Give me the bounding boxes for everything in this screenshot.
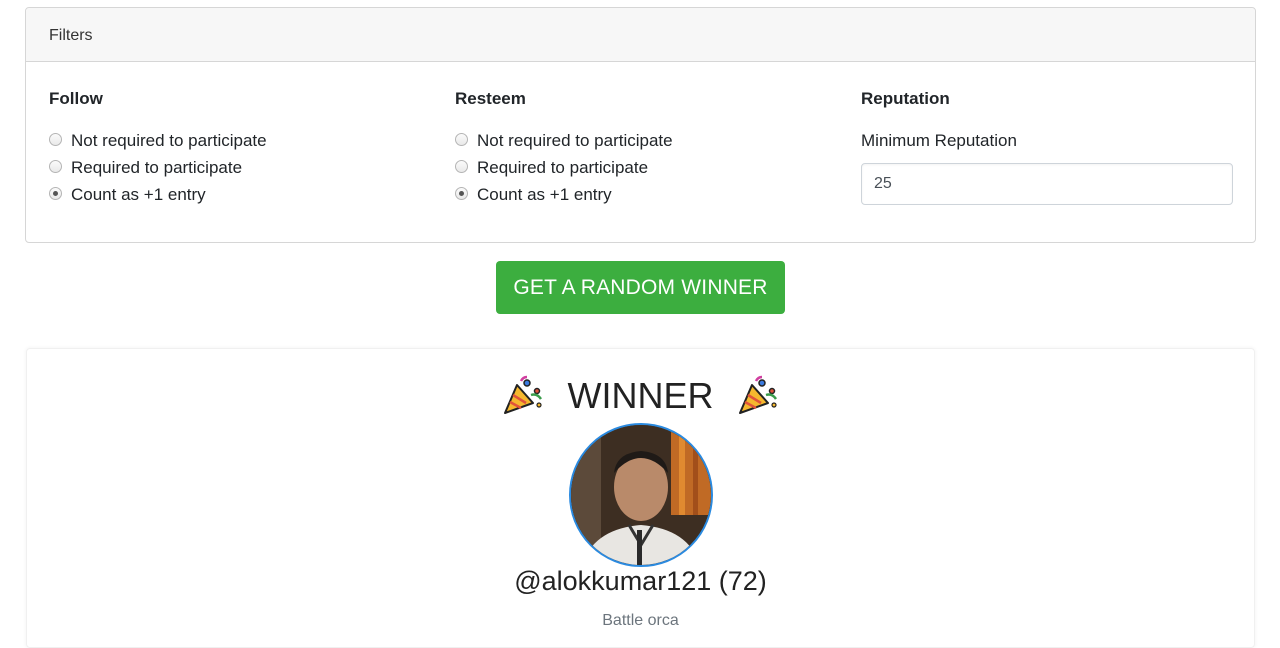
option-label: Count as +1 entry bbox=[71, 184, 206, 204]
radio-button[interactable] bbox=[455, 160, 468, 173]
filters-header: Filters bbox=[26, 8, 1255, 62]
radio-button[interactable] bbox=[49, 133, 62, 146]
get-random-winner-button[interactable]: GET A RANDOM WINNER bbox=[496, 261, 785, 314]
follow-option-extra-entry[interactable]: Count as +1 entry bbox=[49, 181, 429, 208]
party-popper-icon bbox=[738, 376, 777, 415]
follow-option-not-required[interactable]: Not required to participate bbox=[49, 127, 429, 154]
radio-button[interactable] bbox=[455, 133, 468, 146]
radio-button-selected[interactable] bbox=[49, 187, 62, 200]
winner-card: WINNER @alokkumar121 (72) Battle orca bbox=[26, 348, 1255, 648]
follow-filter: Follow Not required to participate Requi… bbox=[49, 88, 429, 208]
winner-username[interactable]: @alokkumar121 (72) bbox=[27, 566, 1254, 597]
radio-button-selected[interactable] bbox=[455, 187, 468, 200]
party-popper-icon bbox=[504, 376, 543, 415]
resteem-option-not-required[interactable]: Not required to participate bbox=[455, 127, 835, 154]
follow-option-required[interactable]: Required to participate bbox=[49, 154, 429, 181]
resteem-title: Resteem bbox=[455, 89, 526, 108]
option-label: Required to participate bbox=[477, 157, 649, 177]
option-label: Not required to participate bbox=[71, 130, 267, 150]
option-label: Not required to participate bbox=[477, 130, 673, 150]
winner-tier: Battle orca bbox=[602, 612, 679, 629]
radio-button[interactable] bbox=[49, 160, 62, 173]
follow-title: Follow bbox=[49, 89, 103, 108]
reputation-filter: Reputation Minimum Reputation bbox=[861, 88, 1233, 205]
reputation-title: Reputation bbox=[861, 89, 950, 108]
resteem-option-required[interactable]: Required to participate bbox=[455, 154, 835, 181]
avatar-photo bbox=[571, 425, 711, 565]
winner-avatar[interactable] bbox=[569, 423, 713, 567]
option-label: Required to participate bbox=[71, 157, 243, 177]
resteem-option-extra-entry[interactable]: Count as +1 entry bbox=[455, 181, 835, 208]
winner-heading: WINNER bbox=[27, 372, 1254, 416]
min-reputation-label: Minimum Reputation bbox=[861, 131, 1017, 150]
resteem-filter: Resteem Not required to participate Requ… bbox=[455, 88, 835, 208]
filters-card: Filters Follow Not required to participa… bbox=[25, 7, 1256, 243]
min-reputation-input[interactable] bbox=[861, 163, 1233, 205]
option-label: Count as +1 entry bbox=[477, 184, 612, 204]
winner-title: WINNER bbox=[567, 375, 714, 417]
